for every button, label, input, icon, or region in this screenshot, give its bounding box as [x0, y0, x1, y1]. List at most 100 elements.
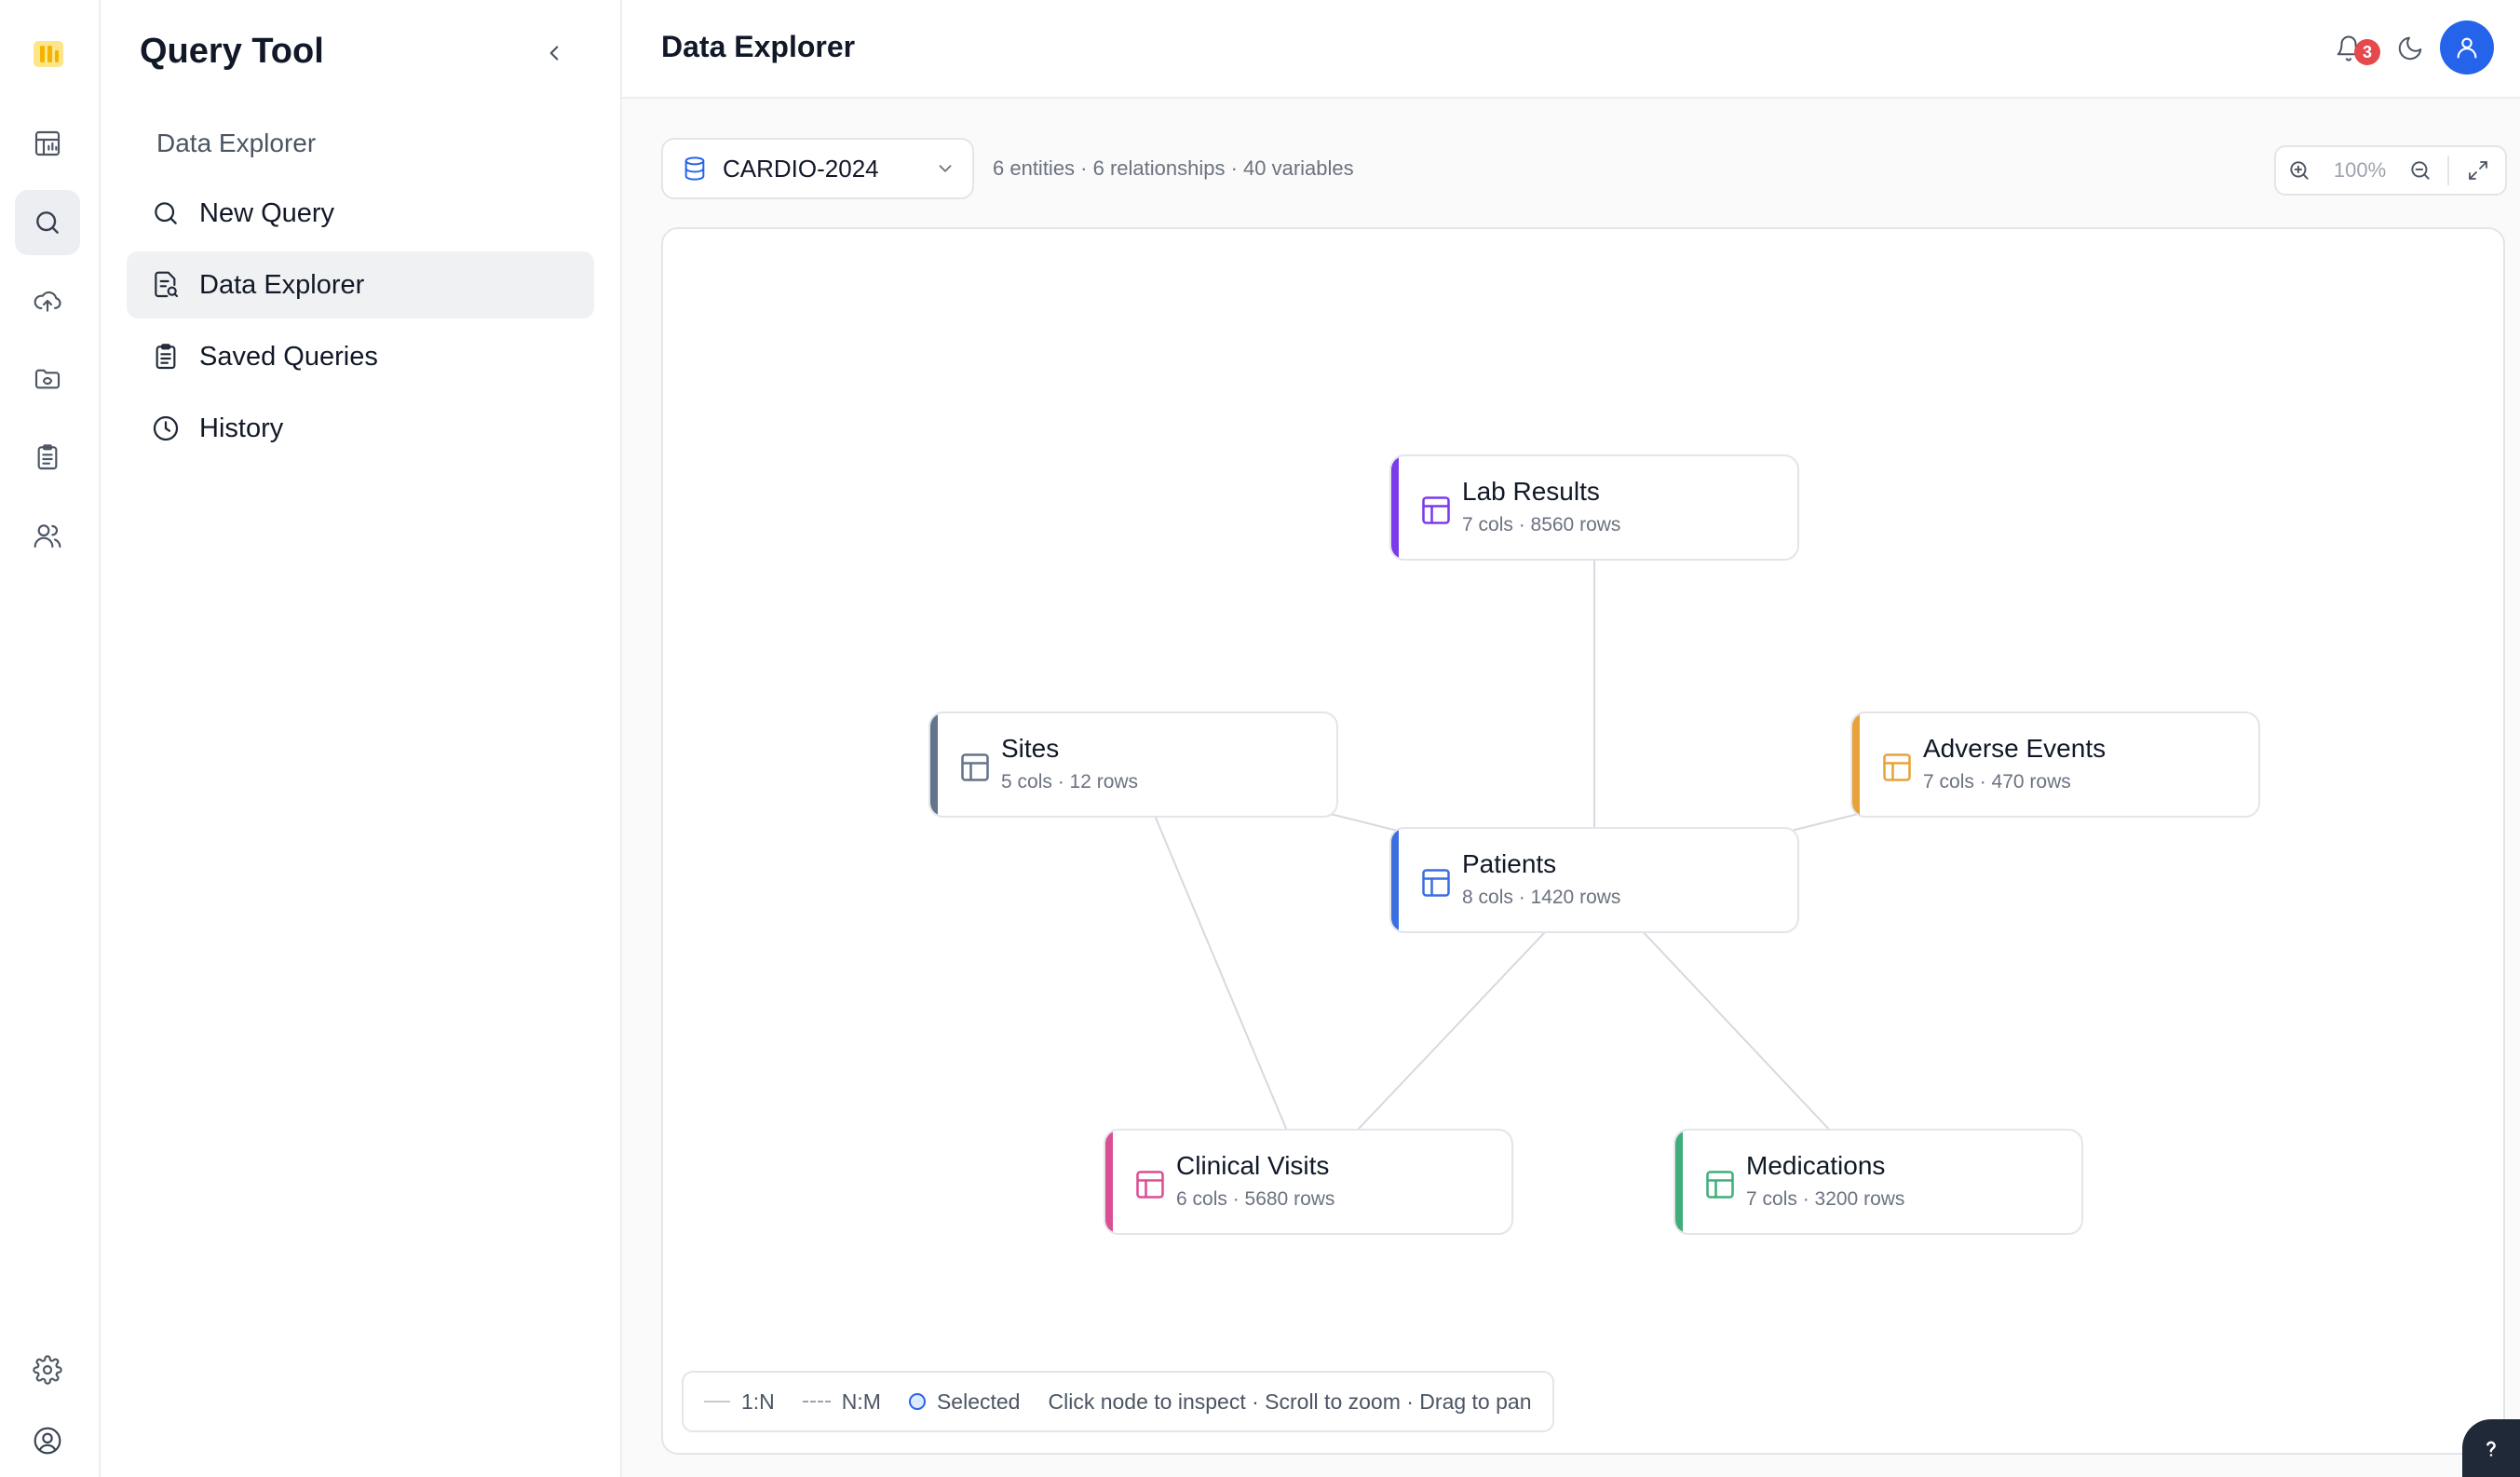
- sidebar-item-label: Data Explorer: [199, 269, 365, 300]
- rail-upload-button[interactable]: [15, 268, 80, 333]
- settings-icon: [33, 1355, 62, 1385]
- sidebar-item-saved-queries[interactable]: Saved Queries: [127, 323, 594, 390]
- app-title: Query Tool: [140, 32, 324, 71]
- node-accent: [1391, 829, 1399, 931]
- sidebar-item-label: Saved Queries: [199, 341, 378, 372]
- entity-node-sites[interactable]: Sites 5 cols · 12 rows: [928, 711, 1338, 818]
- user-icon: [34, 1427, 61, 1455]
- entity-node-adverse-events[interactable]: Adverse Events 7 cols · 470 rows: [1850, 711, 2260, 818]
- icon-rail: [0, 0, 101, 1477]
- app-logo-icon[interactable]: [32, 37, 65, 71]
- entity-node-patients[interactable]: Patients 8 cols · 1420 rows: [1389, 827, 1799, 933]
- graph-canvas[interactable]: Lab Results 7 cols · 8560 rows Sites 5 c…: [661, 227, 2505, 1455]
- entity-node-medications[interactable]: Medications 7 cols · 3200 rows: [1673, 1129, 2083, 1235]
- database-icon: [684, 156, 705, 181]
- dataset-name: CARDIO-2024: [723, 154, 879, 183]
- rail-dashboard-button[interactable]: [15, 111, 80, 176]
- node-accent: [1105, 1131, 1113, 1233]
- chevron-left-icon: [549, 46, 559, 61]
- main-content: CARDIO-2024 6 entities · 6 relationships…: [622, 99, 2520, 1477]
- zoom-in-button[interactable]: [2276, 147, 2323, 194]
- zoom-in-icon: [2290, 161, 2309, 180]
- dashed-line-swatch: [802, 1401, 831, 1402]
- table-icon: [1883, 753, 1911, 781]
- users-icon: [34, 524, 61, 549]
- zoom-level: 100%: [2333, 158, 2387, 182]
- sidebar-item-history[interactable]: History: [127, 395, 594, 462]
- rail-folder-button[interactable]: [15, 346, 80, 412]
- node-meta: 6 cols · 5680 rows: [1176, 1188, 1335, 1210]
- zoom-out-icon: [2411, 161, 2430, 180]
- page-header: Data Explorer 3: [622, 0, 2520, 99]
- legend-selected: Selected: [908, 1389, 1021, 1415]
- node-meta: 7 cols · 470 rows: [1923, 771, 2071, 793]
- node-name: Lab Results: [1462, 477, 1600, 506]
- notification-badge: 3: [2354, 39, 2380, 65]
- sidebar-item-label: New Query: [199, 197, 335, 228]
- rail-clipboard-button[interactable]: [15, 425, 80, 490]
- clipboard-icon: [37, 444, 58, 470]
- node-meta: 8 cols · 1420 rows: [1462, 887, 1621, 908]
- legend-many-to-many: N:M: [802, 1389, 881, 1415]
- solid-line-swatch: [704, 1401, 730, 1402]
- table-icon: [1422, 496, 1450, 524]
- moon-icon: [2398, 36, 2422, 61]
- rail-users-button[interactable]: [15, 503, 80, 568]
- graph-legend: 1:N N:M Selected Click node to inspect ·…: [682, 1371, 1554, 1432]
- node-name: Adverse Events: [1923, 734, 2107, 763]
- selected-dot-icon: [908, 1393, 926, 1410]
- sidebar: Query Tool Data Explorer New Query Data …: [101, 0, 622, 1477]
- node-name: Patients: [1462, 849, 1557, 878]
- legend-one-to-many: 1:N: [704, 1389, 775, 1415]
- table-icon: [961, 753, 989, 781]
- fullscreen-button[interactable]: [2455, 147, 2501, 194]
- help-icon: [2486, 1441, 2496, 1457]
- table-icon: [1422, 869, 1450, 897]
- sidebar-section-label: Data Explorer: [156, 129, 317, 157]
- node-accent: [1852, 713, 1860, 816]
- notifications-button[interactable]: 3: [2326, 26, 2380, 71]
- dashboard-icon: [34, 130, 61, 156]
- node-accent: [1391, 456, 1399, 559]
- collapse-sidebar-button[interactable]: [538, 37, 570, 69]
- zoom-divider: [2447, 156, 2449, 185]
- rail-search-button[interactable]: [15, 190, 80, 255]
- dataset-select[interactable]: CARDIO-2024: [661, 138, 974, 199]
- upload-cloud-icon: [34, 291, 61, 312]
- rail-settings-button[interactable]: [15, 1337, 80, 1402]
- node-meta: 5 cols · 12 rows: [1001, 771, 1139, 793]
- clock-icon: [153, 415, 179, 441]
- node-name: Medications: [1746, 1151, 1886, 1180]
- node-name: Sites: [1001, 734, 1060, 763]
- rail-profile-button[interactable]: [15, 1408, 80, 1473]
- chevron-down-icon: [939, 165, 952, 172]
- node-accent: [1675, 1131, 1683, 1233]
- legend-label: Selected: [936, 1389, 1021, 1414]
- file-search-icon: [155, 271, 179, 298]
- theme-toggle-button[interactable]: [2388, 26, 2432, 71]
- node-accent: [930, 713, 938, 816]
- edge-sites-clinical_visits: [1132, 764, 1309, 1183]
- node-name: Clinical Visits: [1176, 1151, 1330, 1180]
- search-icon: [155, 202, 177, 224]
- sidebar-item-data-explorer[interactable]: Data Explorer: [127, 251, 594, 318]
- search-icon: [36, 211, 59, 234]
- table-icon: [1136, 1171, 1164, 1199]
- zoom-controls: 100%: [2274, 145, 2507, 196]
- sidebar-item-new-query[interactable]: New Query: [127, 180, 594, 247]
- zoom-out-button[interactable]: [2397, 147, 2444, 194]
- avatar[interactable]: [2440, 20, 2494, 75]
- legend-label: N:M: [841, 1389, 881, 1414]
- page-title: Data Explorer: [661, 30, 856, 63]
- folder-sync-icon: [34, 369, 61, 389]
- entity-node-clinical-visits[interactable]: Clinical Visits 6 cols · 5680 rows: [1104, 1129, 1513, 1235]
- legend-hint: Click node to inspect · Scroll to zoom ·…: [1048, 1389, 1531, 1415]
- user-icon: [2457, 37, 2477, 59]
- node-meta: 7 cols · 8560 rows: [1462, 514, 1621, 535]
- node-meta: 7 cols · 3200 rows: [1746, 1188, 1905, 1210]
- dataset-stats: 6 entities · 6 relationships · 40 variab…: [993, 156, 1354, 180]
- table-icon: [1706, 1171, 1734, 1199]
- expand-icon: [2469, 161, 2487, 180]
- help-button[interactable]: [2462, 1419, 2520, 1477]
- entity-node-lab-results[interactable]: Lab Results 7 cols · 8560 rows: [1389, 454, 1799, 561]
